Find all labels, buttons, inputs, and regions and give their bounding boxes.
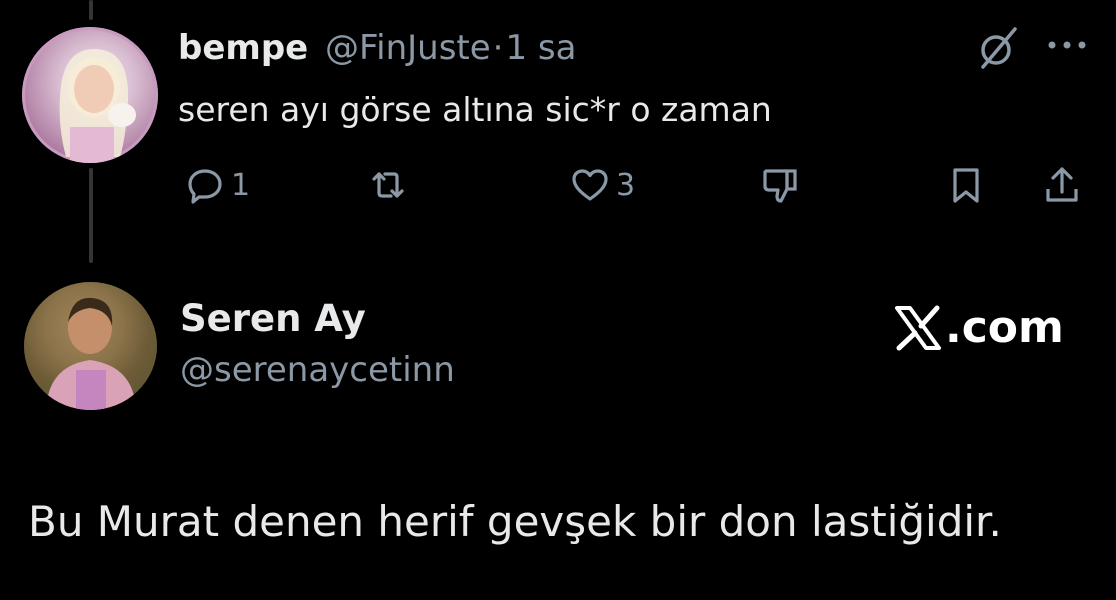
- share-button[interactable]: [1042, 163, 1082, 207]
- handle[interactable]: @FinJuste: [325, 28, 491, 68]
- dislike-icon: [763, 169, 797, 203]
- like-count: 3: [616, 167, 636, 203]
- bookmark-icon: [953, 168, 979, 203]
- bookmark-button[interactable]: [946, 163, 986, 207]
- x-logo-icon: [895, 305, 941, 350]
- avatar-image: [59, 49, 136, 163]
- tweet-header: bempe @FinJuste·1 sa: [178, 28, 576, 68]
- x-brand: .com: [893, 302, 1064, 353]
- card-display-name: Seren Ay: [180, 297, 366, 340]
- avatar-seren-ay[interactable]: [24, 282, 157, 410]
- grok-icon[interactable]: [975, 25, 1021, 71]
- card-handle: @serenaycetinn: [180, 350, 455, 390]
- reply-count: 1: [231, 167, 251, 203]
- dislike-button[interactable]: [760, 163, 800, 207]
- tweet-text: seren ayı görse altına sic*r o zaman: [178, 90, 772, 129]
- share-icon: [1046, 167, 1078, 202]
- like-button[interactable]: 3: [570, 163, 635, 207]
- timestamp[interactable]: 1 sa: [505, 28, 576, 68]
- retweet-button[interactable]: [368, 163, 414, 207]
- avatar-image: [24, 282, 157, 410]
- like-icon: [572, 169, 608, 201]
- more-icon[interactable]: [1045, 35, 1089, 55]
- thread-line-top: [89, 0, 93, 20]
- card-text: Bu Murat denen herif gevşek bir don last…: [28, 497, 1002, 546]
- reply-icon: [188, 169, 222, 204]
- avatar-bempe[interactable]: [22, 27, 158, 163]
- display-name[interactable]: bempe: [178, 28, 308, 68]
- retweet-icon: [372, 172, 404, 198]
- brand-domain: .com: [945, 302, 1064, 353]
- reply-button[interactable]: 1: [185, 163, 250, 207]
- separator: ·: [492, 28, 504, 68]
- thread-line-bottom: [89, 168, 93, 263]
